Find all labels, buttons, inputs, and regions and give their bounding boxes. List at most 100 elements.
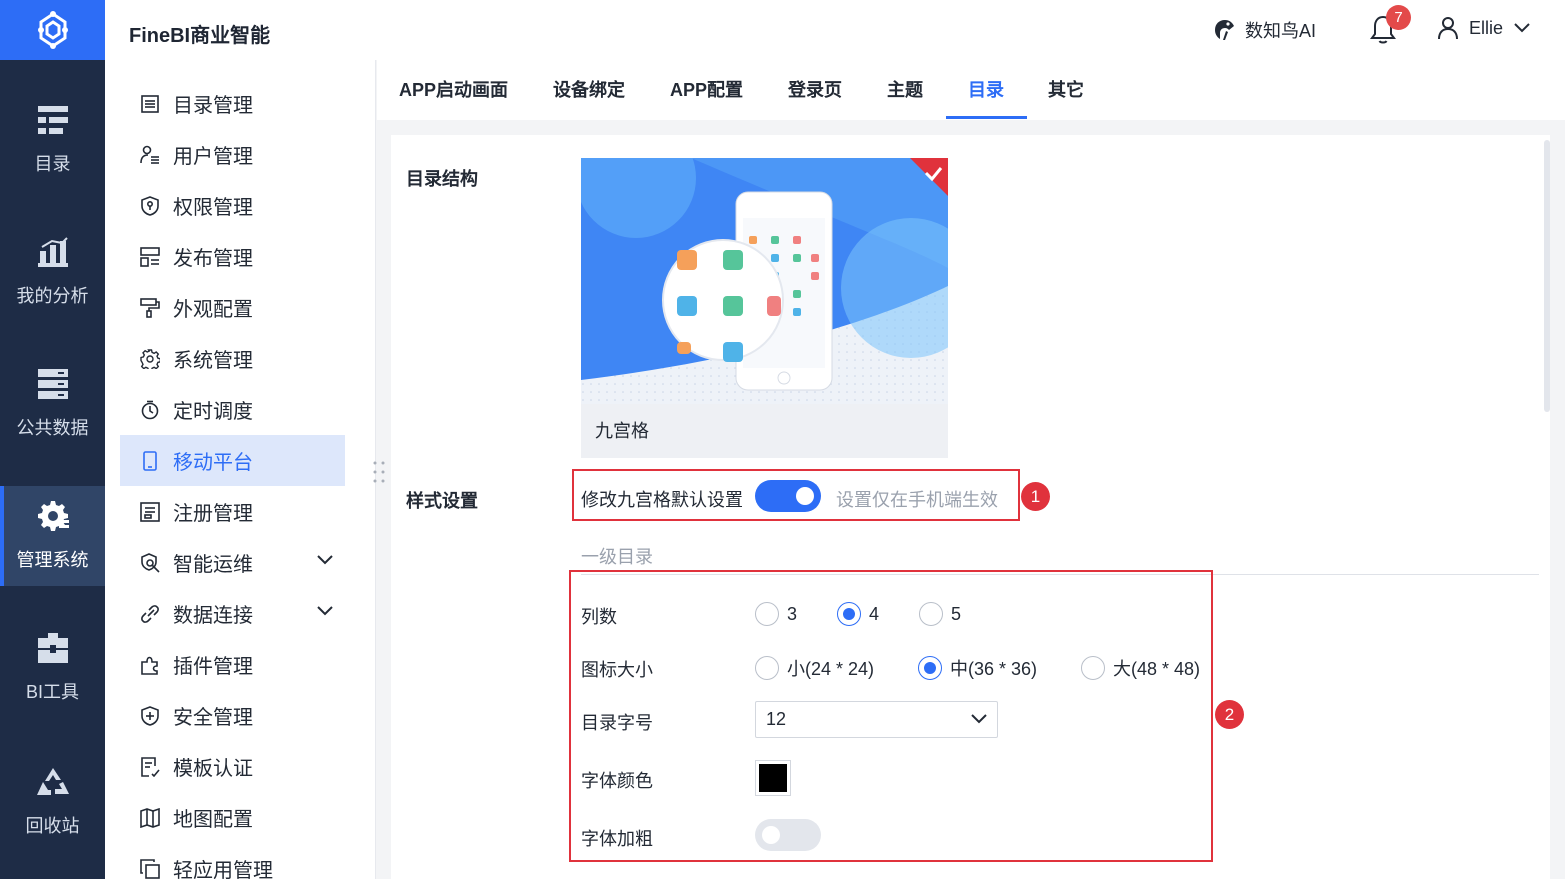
submenu-item-scheduled-tasks[interactable]: 定时调度 [120, 384, 345, 435]
submenu-item-label: 插件管理 [173, 656, 253, 678]
rail-item-catalog[interactable]: 目录 [0, 90, 105, 190]
top-header: FineBI商业智能 数知鸟AI 7 Ellie [105, 0, 1565, 60]
rail-item-recycle-bin[interactable]: 回收站 [0, 752, 105, 852]
submenu-item-permission-management[interactable]: 权限管理 [120, 180, 345, 231]
toggle-knob [796, 487, 814, 505]
callout-number-2: 2 [1215, 700, 1244, 729]
submenu-item-system-management[interactable]: 系统管理 [120, 333, 345, 384]
rail-item-management-system[interactable]: 管理系统 [0, 486, 105, 586]
rail-item-my-analysis[interactable]: 我的分析 [0, 222, 105, 322]
callout-number-1: 1 [1021, 482, 1050, 511]
modify-default-settings-toggle[interactable] [755, 480, 821, 512]
submenu-item-publish-management[interactable]: 发布管理 [120, 231, 345, 282]
modify-default-settings-label: 修改九宫格默认设置 [581, 490, 743, 510]
database-stack-icon [37, 368, 69, 400]
submenu-item-mobile-platform[interactable]: 移动平台 [120, 435, 345, 486]
radio-label: 中(36 * 36) [950, 659, 1038, 679]
icon-size-option-medium[interactable]: 中(36 * 36) [918, 655, 1037, 681]
submenu-item-label: 轻应用管理 [173, 860, 273, 879]
submenu-item-security-management[interactable]: 安全管理 [120, 690, 345, 741]
rail-item-label: 公共数据 [16, 418, 89, 438]
radio-dot [755, 656, 779, 680]
recycle-icon [36, 766, 69, 798]
user-list-icon [140, 145, 160, 165]
submenu-item-user-management[interactable]: 用户管理 [120, 129, 345, 180]
rail-item-label: 回收站 [25, 816, 80, 836]
submenu-item-data-connection[interactable]: 数据连接 [120, 588, 345, 639]
ops-search-icon [140, 552, 160, 573]
tab-login-page[interactable]: 登录页 [788, 60, 842, 120]
rail-item-label: 我的分析 [16, 286, 89, 306]
submenu-item-label: 安全管理 [173, 707, 253, 729]
columns-option-4[interactable]: 4 [837, 602, 879, 626]
management-submenu: 目录管理 用户管理 权限管理 发布管理 外观配置 系统管理 定时调度 移动平台 … [105, 60, 376, 879]
font-bold-toggle[interactable] [755, 819, 821, 851]
columns-option-5[interactable]: 5 [919, 602, 961, 626]
grid-layout-preview-image [581, 158, 948, 404]
content-scrollbar[interactable] [1544, 140, 1550, 412]
submenu-item-template-certification[interactable]: 模板认证 [120, 741, 345, 792]
font-size-select[interactable]: 12 [755, 701, 998, 738]
submenu-item-label: 注册管理 [173, 503, 253, 525]
radio-label: 4 [869, 603, 880, 624]
toolbox-icon [37, 632, 69, 664]
submenu-item-light-app-management[interactable]: 轻应用管理 [120, 843, 345, 879]
chevron-down-icon [317, 555, 333, 565]
icon-size-label: 图标大小 [581, 660, 653, 680]
submenu-item-label: 系统管理 [173, 350, 253, 372]
tab-other[interactable]: 其它 [1048, 60, 1084, 120]
chevron-down-icon [317, 606, 333, 616]
submenu-item-label: 目录管理 [173, 95, 253, 117]
chevron-down-icon [971, 714, 987, 724]
font-bold-label: 字体加粗 [581, 829, 653, 849]
submenu-item-label: 移动平台 [173, 452, 253, 474]
rail-item-public-data[interactable]: 公共数据 [0, 354, 105, 454]
user-icon [1438, 17, 1458, 40]
mobile-only-hint: 设置仅在手机端生效 [836, 490, 998, 510]
font-size-value: 12 [766, 709, 787, 729]
drag-handle-icon [373, 461, 385, 483]
font-size-label: 目录字号 [581, 713, 653, 733]
radio-dot [1081, 656, 1105, 680]
submenu-item-registration-management[interactable]: 注册管理 [120, 486, 345, 537]
publish-icon [140, 246, 160, 267]
columns-option-3[interactable]: 3 [755, 602, 797, 626]
user-name: Ellie [1469, 17, 1504, 38]
tab-catalog[interactable]: 目录 [968, 60, 1004, 120]
submenu-item-appearance-config[interactable]: 外观配置 [120, 282, 345, 333]
submenu-item-plugin-management[interactable]: 插件管理 [120, 639, 345, 690]
grid-layout-option-label: 九宫格 [581, 404, 948, 458]
copy-icon [140, 858, 160, 879]
radio-dot [755, 602, 779, 626]
panel-resize-handle[interactable] [372, 459, 386, 485]
map-icon [140, 807, 160, 828]
mobile-icon [140, 450, 160, 471]
tab-theme[interactable]: 主题 [887, 60, 923, 120]
font-color-label: 字体颜色 [581, 771, 653, 791]
chevron-down-icon [1514, 23, 1530, 33]
grid-layout-option-card[interactable]: 九宫格 [581, 158, 948, 458]
submenu-item-label: 发布管理 [173, 248, 253, 270]
submenu-item-catalog-management[interactable]: 目录管理 [120, 78, 345, 129]
icon-size-option-large[interactable]: 大(48 * 48) [1081, 655, 1200, 681]
link-icon [140, 604, 160, 624]
font-color-picker[interactable] [755, 760, 791, 796]
app-logo[interactable] [0, 0, 105, 60]
analysis-chart-icon [37, 236, 69, 268]
submenu-item-label: 权限管理 [173, 197, 253, 219]
tab-device-binding[interactable]: 设备绑定 [553, 60, 625, 120]
tab-app-config[interactable]: APP配置 [670, 60, 743, 120]
register-icon [140, 501, 160, 522]
tab-app-splash[interactable]: APP启动画面 [399, 60, 508, 120]
paint-roller-icon [140, 297, 160, 318]
catalog-structure-label: 目录结构 [406, 169, 478, 189]
submenu-item-label: 外观配置 [173, 299, 253, 321]
gear-icon [140, 348, 160, 369]
submenu-item-label: 数据连接 [173, 605, 253, 627]
submenu-item-map-config[interactable]: 地图配置 [120, 792, 345, 843]
ai-assistant-button[interactable]: 数知鸟AI [1213, 17, 1316, 43]
submenu-item-smart-ops[interactable]: 智能运维 [120, 537, 345, 588]
icon-size-option-small[interactable]: 小(24 * 24) [755, 655, 874, 681]
rail-item-bi-tools[interactable]: BI工具 [0, 618, 105, 718]
user-menu[interactable]: Ellie [1437, 16, 1531, 40]
